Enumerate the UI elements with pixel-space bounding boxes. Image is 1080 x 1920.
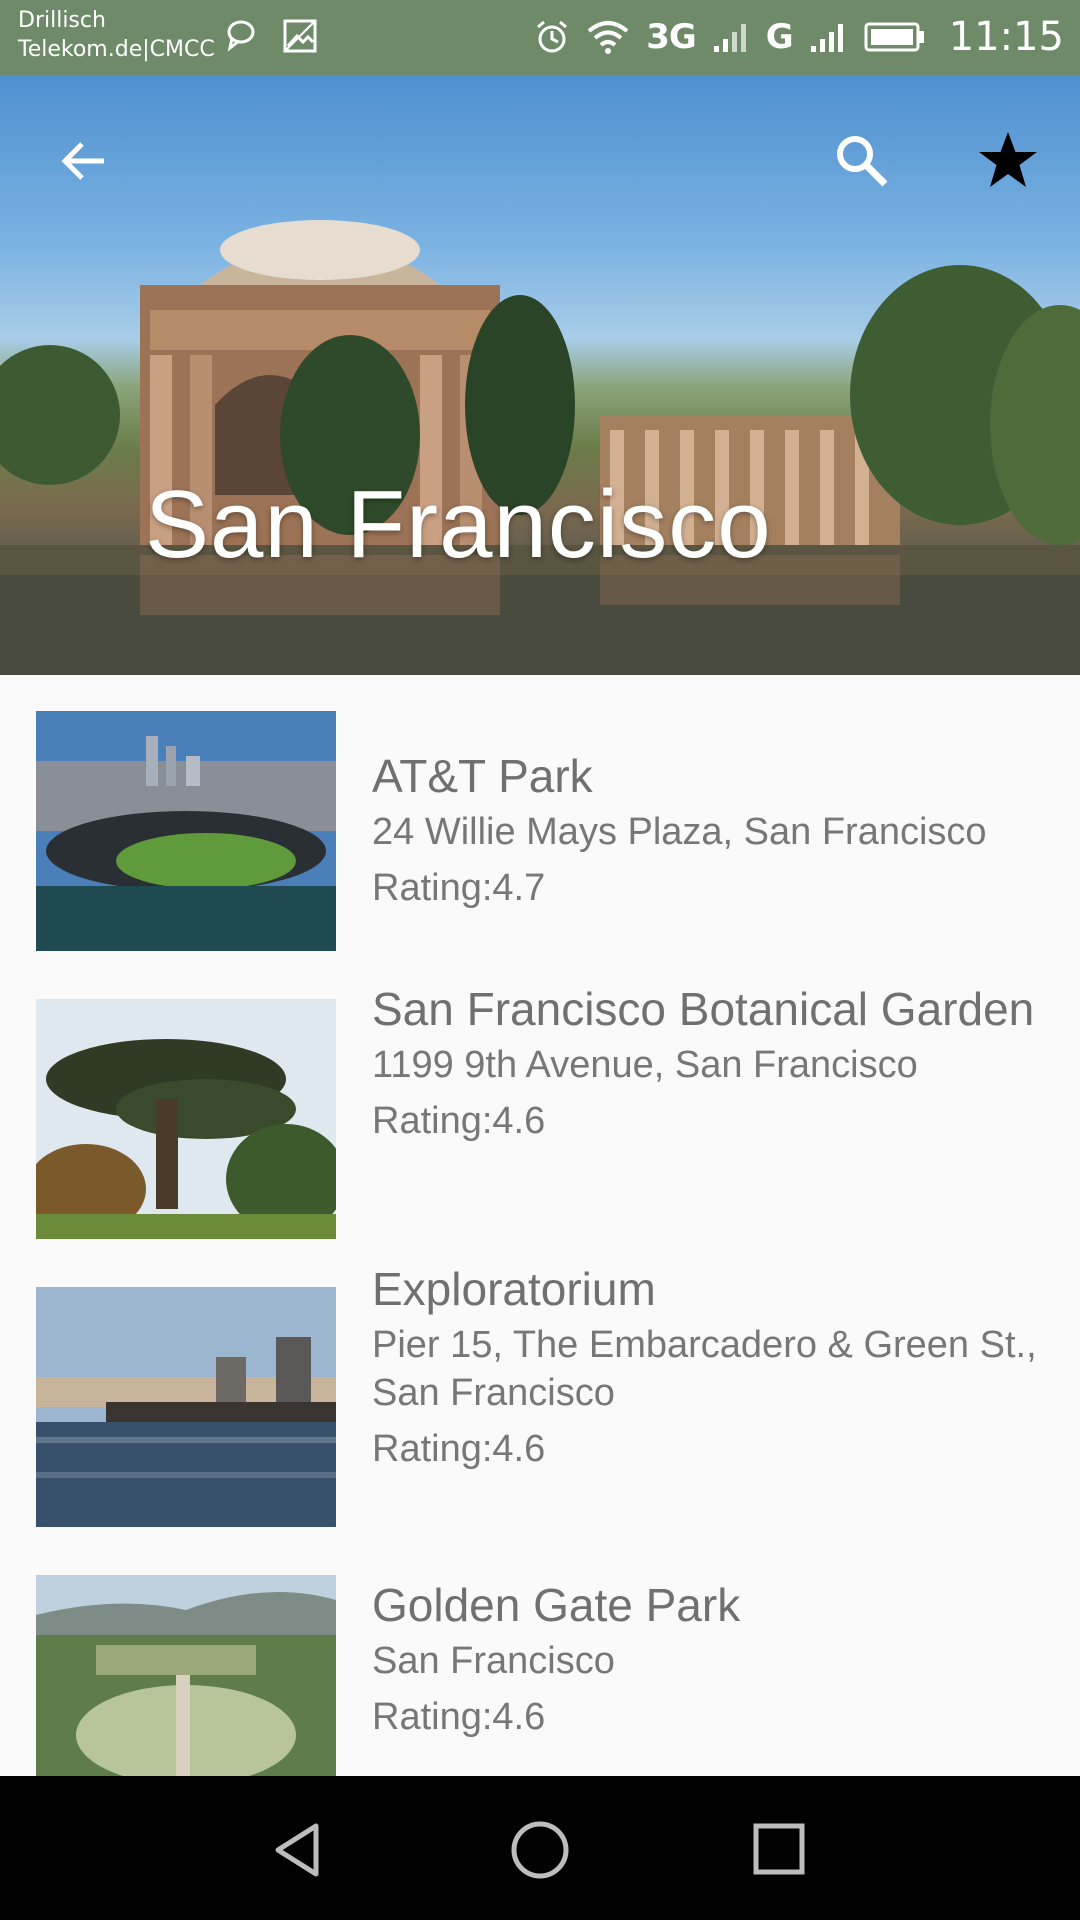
list-item[interactable]: Exploratorium Pier 15, The Embarcadero &… [0,1251,1080,1539]
place-address: San Francisco [372,1640,615,1682]
battery-icon [864,22,924,52]
wifi-icon [587,21,629,54]
nav-back-icon[interactable] [268,1818,332,1882]
place-address: 24 Willie Mays Plaza, San Francisco [372,811,987,853]
place-rating: Rating:4.6 [372,1100,546,1142]
image-icon [283,19,317,53]
signal-icon-2 [810,24,843,52]
place-info: San Francisco Botanical Garden 1199 9th … [372,981,1052,1145]
status-bar: Drillisch Telekom.de|CMCC 3G G 11:15 [0,0,1080,75]
list-item[interactable]: AT&T Park 24 Willie Mays Plaza, San Fran… [0,675,1080,963]
notification-icons [226,18,318,54]
list-item[interactable]: San Francisco Botanical Garden 1199 9th … [0,963,1080,1251]
status-right: 3G G 11:15 [534,12,1064,62]
place-info: Golden Gate Park San Francisco Rating:4.… [372,1577,1052,1741]
star-icon [979,132,1037,187]
carrier-line-1: Drillisch [18,8,106,33]
signal-icon [713,24,746,52]
place-name: San Francisco Botanical Garden [372,983,1035,1035]
favorite-button[interactable] [972,125,1044,197]
place-thumbnail [36,999,336,1239]
nav-recents-icon[interactable] [748,1818,812,1882]
place-name: Exploratorium [372,1263,656,1315]
header-background-image [0,220,1080,675]
place-name: AT&T Park [372,750,593,802]
city-header: San Francisco [0,75,1080,675]
status-time: 11:15 [948,14,1064,60]
place-rating: Rating:4.6 [372,1696,546,1738]
network-g-label: G [765,17,794,57]
alarm-icon [537,20,568,53]
place-name: Golden Gate Park [372,1579,741,1631]
search-icon [837,136,888,187]
nav-home-icon[interactable] [508,1818,572,1882]
place-address: 1199 9th Avenue, San Francisco [372,1044,918,1086]
page-title: San Francisco [145,471,772,578]
place-rating: Rating:4.6 [372,1428,546,1470]
back-button[interactable] [48,125,120,197]
system-nav-bar [0,1776,1080,1920]
place-info: Exploratorium Pier 15, The Embarcadero &… [372,1261,1052,1473]
list-item[interactable]: Golden Gate Park San Francisco Rating:4.… [0,1539,1080,1776]
carrier-label: Drillisch Telekom.de|CMCC [18,6,215,64]
chat-icon [227,20,255,52]
arrow-back-icon [61,142,104,180]
place-info: AT&T Park 24 Willie Mays Plaza, San Fran… [372,748,1052,912]
places-list[interactable]: AT&T Park 24 Willie Mays Plaza, San Fran… [0,675,1080,1776]
search-button[interactable] [826,125,898,197]
place-thumbnail [36,1575,336,1776]
network-3g-label: 3G [646,17,697,57]
place-rating: Rating:4.7 [372,867,546,909]
place-thumbnail [36,711,336,951]
place-thumbnail [36,1287,336,1527]
carrier-line-2: Telekom.de|CMCC [18,37,215,62]
place-address: Pier 15, The Embarcadero & Green St., Sa… [372,1324,1037,1414]
